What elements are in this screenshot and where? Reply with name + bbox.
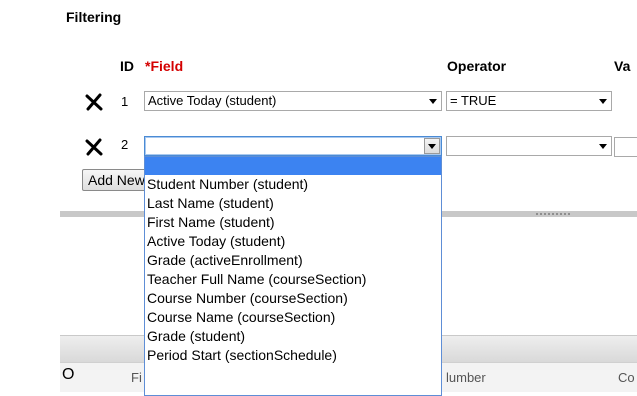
- dropdown-option[interactable]: Student Number (student): [145, 175, 441, 194]
- operator-column-header: Operator: [447, 58, 507, 74]
- chevron-down-icon: [599, 99, 607, 104]
- grid-column-1[interactable]: Fi: [131, 370, 142, 385]
- chevron-down-icon: [429, 99, 437, 104]
- value-column-header: Va: [614, 58, 631, 74]
- field-dropdown-list[interactable]: Student Number (student) Last Name (stud…: [144, 156, 442, 396]
- left-marker: O: [62, 366, 75, 383]
- row-2-value-input[interactable]: [614, 137, 637, 157]
- dropdown-option[interactable]: Grade (activeEnrollment): [145, 251, 441, 270]
- delete-row-2-icon[interactable]: [85, 138, 103, 156]
- row-2-id: 2: [121, 137, 129, 152]
- row-1-operator-select[interactable]: = TRUE: [446, 91, 612, 111]
- row-2-operator-select[interactable]: [446, 136, 612, 156]
- row-2-field-select[interactable]: [144, 136, 442, 156]
- dropdown-option[interactable]: Last Name (student): [145, 194, 441, 213]
- dropdown-button[interactable]: [424, 138, 440, 154]
- dropdown-option[interactable]: Teacher Full Name (courseSection): [145, 270, 441, 289]
- grid-column-3[interactable]: Co: [618, 370, 635, 385]
- field-header-label: Field: [150, 58, 184, 74]
- dropdown-option[interactable]: Period Start (sectionSchedule): [145, 346, 441, 365]
- dropdown-option[interactable]: Active Today (student): [145, 232, 441, 251]
- chevron-down-icon: [428, 144, 436, 149]
- dropdown-option[interactable]: First Name (student): [145, 213, 441, 232]
- row-1-field-value: Active Today (student): [148, 93, 277, 108]
- filtering-section-title: Filtering: [66, 9, 122, 25]
- row-1-id: 1: [121, 94, 129, 109]
- dropdown-option[interactable]: Course Number (courseSection): [145, 289, 441, 308]
- row-1-operator-value: = TRUE: [450, 93, 497, 108]
- row-1-field-select[interactable]: Active Today (student): [144, 91, 442, 111]
- dropdown-option[interactable]: [145, 157, 441, 175]
- grid-column-2[interactable]: lumber: [446, 370, 486, 385]
- field-column-header: *Field: [145, 58, 183, 74]
- id-column-header: ID: [120, 58, 134, 74]
- dropdown-option[interactable]: Course Name (courseSection): [145, 308, 441, 327]
- dropdown-option[interactable]: Grade (student): [145, 327, 441, 346]
- delete-row-1-icon[interactable]: [85, 93, 103, 111]
- splitter-grip-icon[interactable]: [536, 213, 570, 215]
- chevron-down-icon: [599, 144, 607, 149]
